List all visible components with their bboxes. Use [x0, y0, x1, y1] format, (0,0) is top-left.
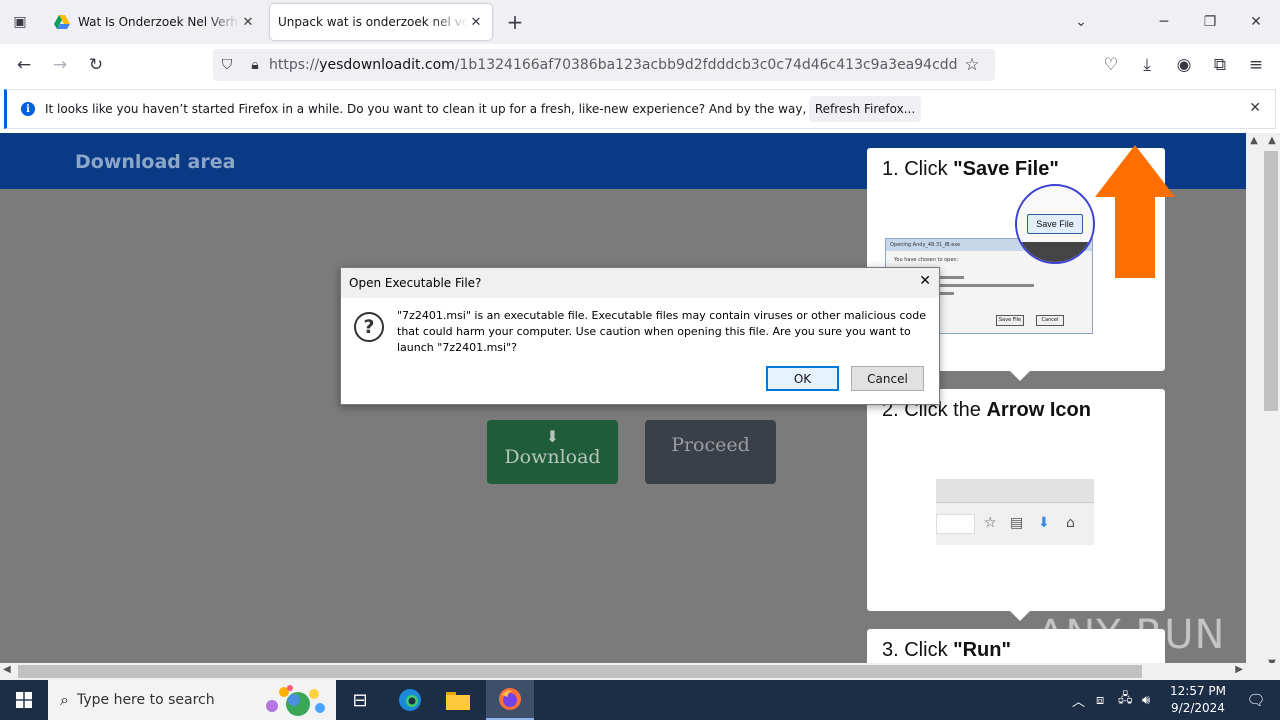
- anyrun-watermark: ANY RUN: [1037, 612, 1226, 658]
- edge-icon[interactable]: [386, 680, 434, 720]
- scrollbar-thumb[interactable]: [1264, 151, 1278, 411]
- info-icon: i: [21, 102, 35, 116]
- chevron-down-icon[interactable]: ⌄: [1067, 8, 1095, 36]
- screenshot-cancel-button: Cancel: [1036, 315, 1064, 326]
- url-host: yesdownloadit.com: [319, 57, 455, 73]
- file-explorer-icon[interactable]: [434, 680, 482, 720]
- tab-unpack-wat-is-onderzoek[interactable]: Unpack wat is onderzoek nel verhoeven ✕: [270, 4, 492, 40]
- navigation-bar: ← → ↻ ⛉ 🔒︎ https://yesdownloadit.com/1b1…: [0, 44, 1280, 86]
- scroll-left-icon[interactable]: ◀: [3, 664, 11, 675]
- scroll-up-icon[interactable]: ▲: [1246, 135, 1262, 146]
- network-icon[interactable]: 🖧︎: [1118, 680, 1133, 720]
- dialog-title: Open Executable File?: [349, 276, 482, 290]
- url-text[interactable]: https://yesdownloadit.com/1b1324166af703…: [269, 57, 957, 73]
- bookmark-star-icon[interactable]: ☆: [957, 55, 987, 75]
- close-tab-icon[interactable]: ✕: [240, 15, 256, 30]
- clock-date: 9/2/2024: [1171, 701, 1225, 715]
- dialog-message: "7z2401.msi" is an executable file. Exec…: [397, 309, 927, 354]
- restore-icon[interactable]: ❐: [1196, 8, 1224, 36]
- toolbar-screenshot: ☆ ▤ ⬇ ⌂: [936, 479, 1094, 545]
- reload-icon[interactable]: ↻: [83, 52, 109, 78]
- shield-icon[interactable]: ⛉: [213, 57, 241, 73]
- taskbar-clock[interactable]: 12:57 PM 9/2/2024: [1163, 683, 1233, 717]
- scroll-right-icon[interactable]: ▶: [1235, 664, 1243, 675]
- step-bold-text: Arrow Icon: [986, 399, 1091, 421]
- windows-logo-icon: [16, 692, 32, 708]
- download-icon: ⬇: [545, 427, 560, 446]
- download-label: Download: [504, 446, 601, 468]
- downloads-icon[interactable]: ⤓: [1134, 52, 1160, 78]
- ok-button[interactable]: OK: [766, 366, 839, 391]
- list-all-tabs-icon[interactable]: ▣: [8, 10, 32, 34]
- firefox-icon[interactable]: [486, 680, 534, 720]
- notification-center-icon[interactable]: 🗨︎: [1236, 680, 1276, 720]
- new-tab-plus-icon[interactable]: +: [503, 10, 527, 34]
- task-view-icon[interactable]: ⊟: [336, 680, 384, 720]
- refresh-firefox-notification: i It looks like you haven’t started Fire…: [4, 89, 1276, 129]
- step-bold-text: "Run": [953, 639, 1011, 661]
- dialog-body: ? "7z2401.msi" is an executable file. Ex…: [341, 298, 939, 404]
- highlight-circle: Save File: [1015, 184, 1095, 264]
- step-3-heading: 3. Click "Run": [882, 639, 1011, 662]
- search-highlight-icon: [266, 685, 325, 716]
- tab-title: Unpack wat is onderzoek nel verhoeven: [278, 15, 468, 29]
- menu-icon[interactable]: ≡: [1243, 52, 1269, 78]
- url-path: /1b1324166af70386ba123acbb9d2fdddcb3c0c7…: [454, 57, 957, 73]
- scrollbar-thumb[interactable]: [18, 665, 1142, 678]
- dialog-close-icon[interactable]: ✕: [919, 273, 931, 289]
- orange-up-arrow-icon: [1095, 145, 1175, 278]
- taskbar-search[interactable]: ⌕ Type here to search: [48, 680, 336, 720]
- pocket-icon[interactable]: ♡: [1098, 52, 1124, 78]
- close-notification-icon[interactable]: ✕: [1249, 100, 1261, 116]
- step-1-heading: 1. Click "Save File": [882, 158, 1059, 181]
- search-icon: ⌕: [60, 690, 69, 709]
- save-file-highlight: Save File: [1027, 214, 1083, 234]
- download-button[interactable]: ⬇ Download: [487, 420, 618, 484]
- vertical-scrollbar[interactable]: ▲ ▲ ▼: [1246, 133, 1280, 669]
- page-title: Download area: [75, 151, 236, 173]
- close-tab-icon[interactable]: ✕: [468, 15, 484, 30]
- horizontal-scrollbar[interactable]: ◀ ▶: [0, 663, 1246, 680]
- home-icon: ⌂: [1066, 515, 1075, 531]
- step-text: 3. Click: [882, 639, 954, 661]
- question-icon: ?: [354, 312, 384, 342]
- scroll-up-icon[interactable]: ▲: [1264, 135, 1280, 146]
- url-scheme: https://: [269, 57, 320, 73]
- google-drive-icon: [54, 15, 70, 29]
- screenshot-save-button: Save File: [996, 315, 1024, 326]
- step-text: 1. Click: [882, 158, 954, 180]
- notification-text: It looks like you haven’t started Firefo…: [45, 102, 901, 116]
- back-arrow-icon[interactable]: ←: [11, 52, 37, 78]
- clipboard-icon: ▤: [1010, 515, 1024, 531]
- clock-time: 12:57 PM: [1170, 684, 1226, 698]
- step-bold-text: "Save File": [953, 158, 1059, 180]
- search-placeholder: Type here to search: [76, 692, 215, 708]
- download-arrow-icon: ⬇: [1038, 515, 1050, 531]
- star-icon: ☆: [984, 515, 997, 531]
- device-icon[interactable]: ⧈: [1096, 680, 1104, 720]
- minimize-icon[interactable]: ─: [1150, 8, 1178, 36]
- close-window-icon[interactable]: ✕: [1242, 8, 1270, 36]
- forward-arrow-icon[interactable]: →: [47, 52, 73, 78]
- open-executable-dialog: Open Executable File? ✕ ? "7z2401.msi" i…: [340, 267, 940, 405]
- tab-title: Wat Is Onderzoek Nel Verhoeven: [78, 15, 240, 29]
- extensions-icon[interactable]: ⧉: [1207, 52, 1233, 78]
- cancel-button[interactable]: Cancel: [851, 366, 924, 391]
- proceed-button[interactable]: Proceed: [645, 420, 776, 484]
- tab-wat-is-onderzoek[interactable]: Wat Is Onderzoek Nel Verhoeven ✕: [46, 4, 264, 40]
- refresh-firefox-button[interactable]: Refresh Firefox...: [809, 96, 921, 122]
- start-button[interactable]: [0, 680, 48, 720]
- step-2-card: 2. Click the Arrow Icon ☆ ▤ ⬇ ⌂: [867, 389, 1165, 621]
- tab-strip: ▣ Wat Is Onderzoek Nel Verhoeven ✕ Unpac…: [0, 0, 1280, 44]
- volume-icon[interactable]: 🔊︎: [1142, 680, 1150, 720]
- taskbar: ⌕ Type here to search ⊟ ︿ ⧈ 🖧︎ 🔊︎ 12:57 …: [0, 680, 1280, 720]
- account-icon[interactable]: ◉: [1171, 52, 1197, 78]
- lock-icon[interactable]: 🔒︎: [241, 57, 269, 73]
- show-hidden-icons-icon[interactable]: ︿: [1072, 680, 1085, 720]
- url-bar[interactable]: ⛉ 🔒︎ https://yesdownloadit.com/1b1324166…: [213, 49, 995, 81]
